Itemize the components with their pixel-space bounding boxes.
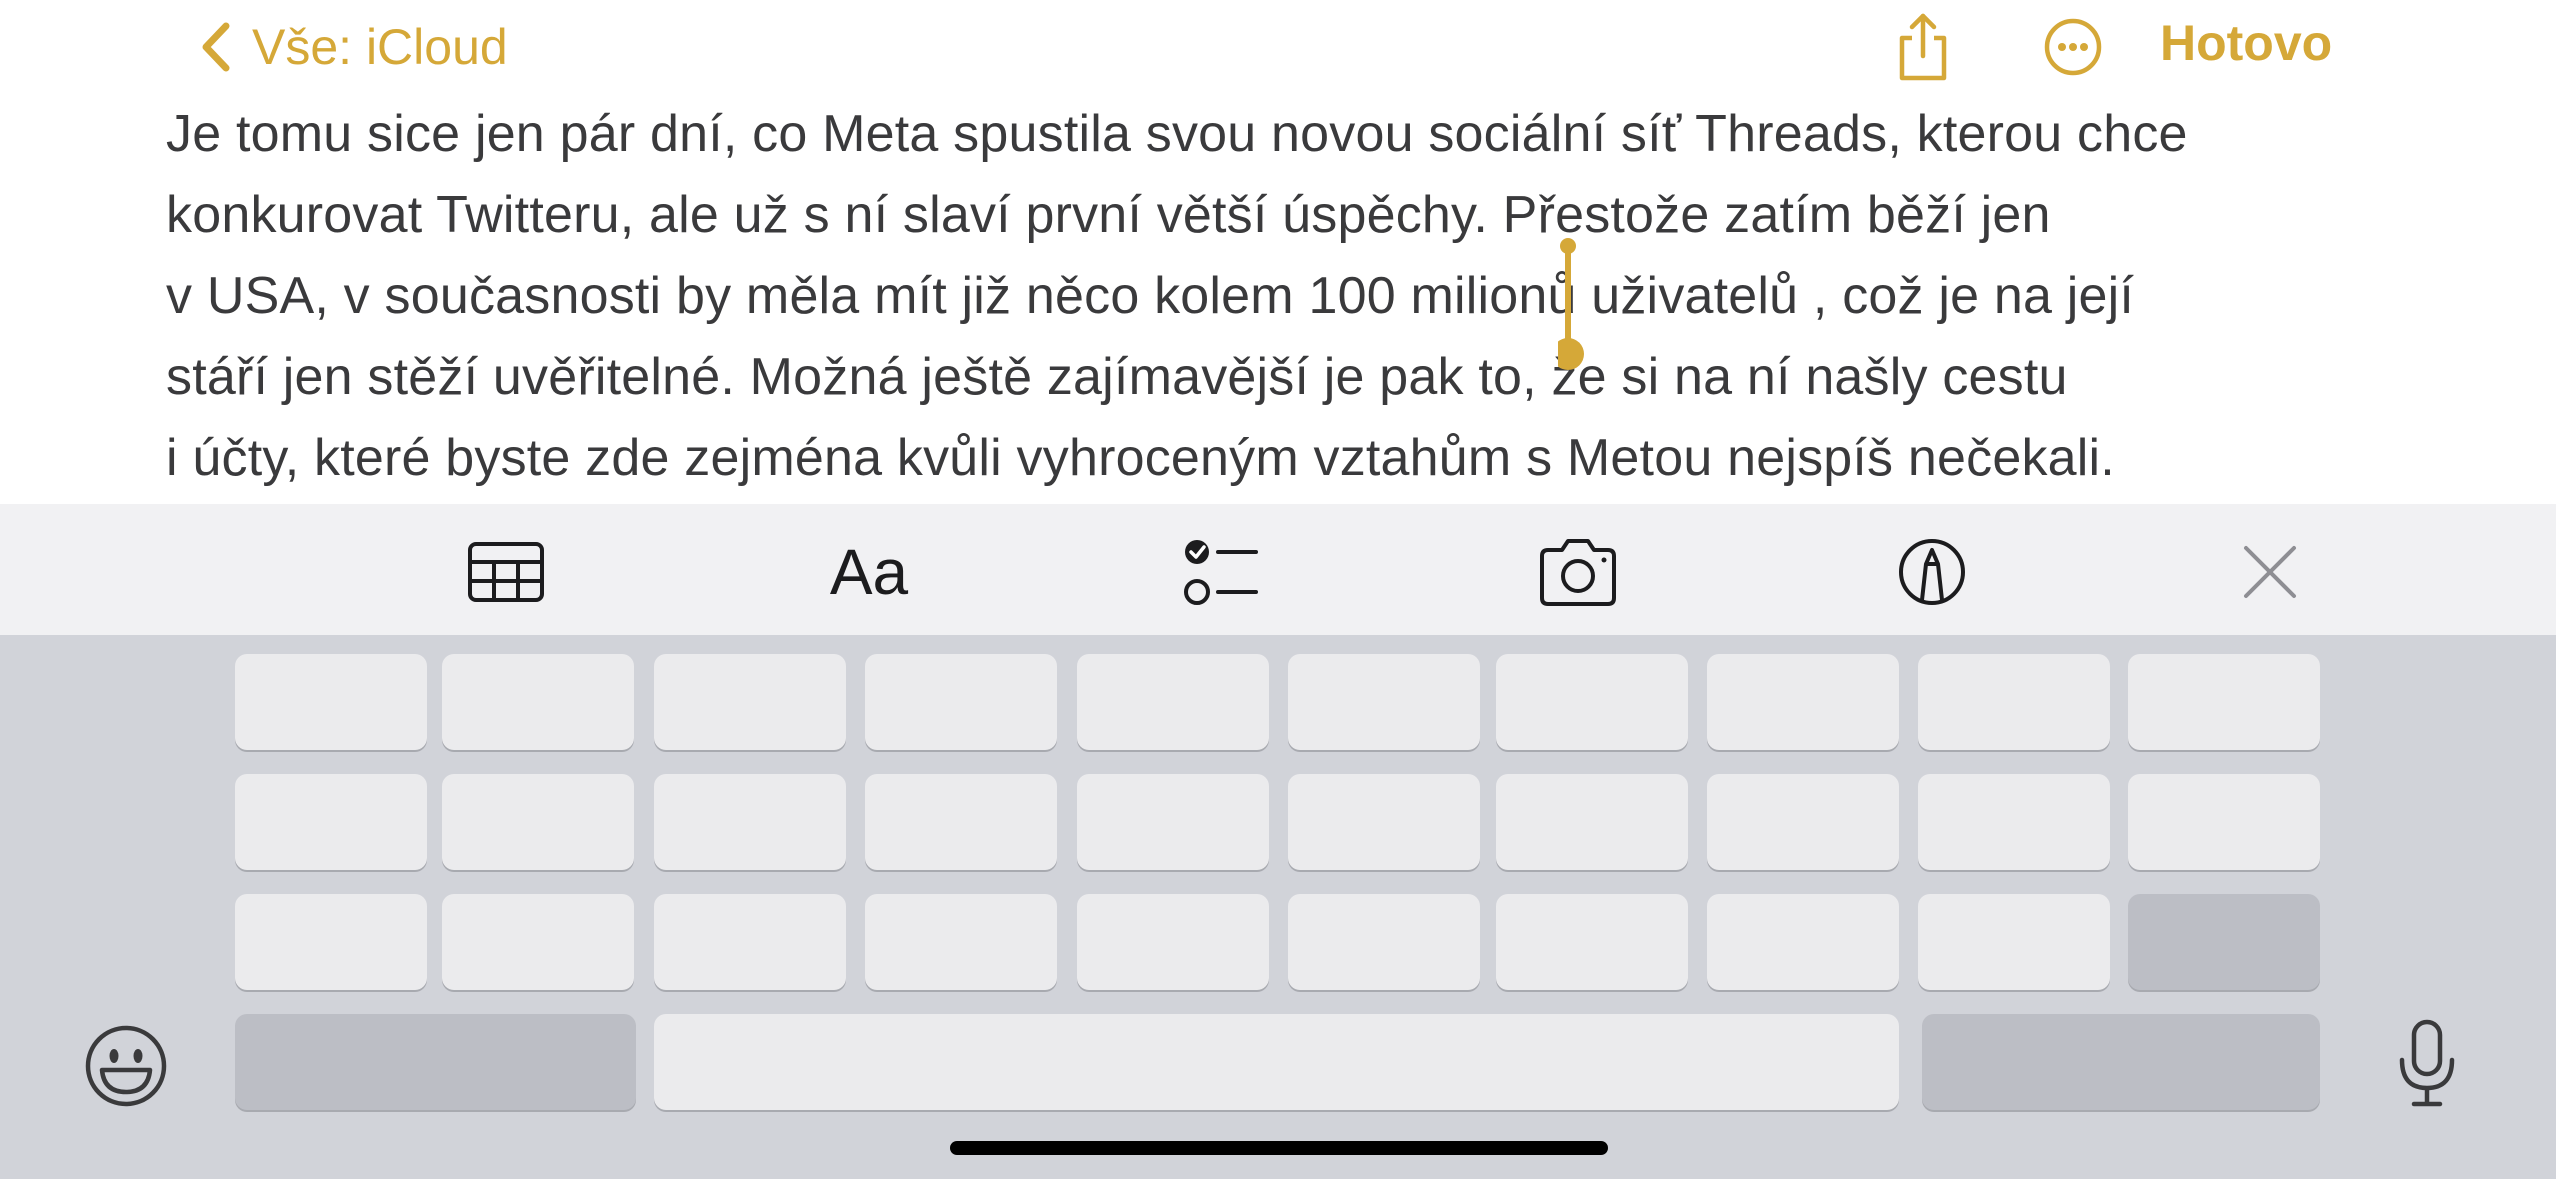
- back-label: Vše: iCloud: [252, 19, 508, 75]
- keyboard-key[interactable]: [1707, 654, 1899, 750]
- keyboard-key[interactable]: [1288, 654, 1480, 750]
- keyboard-key[interactable]: [1707, 774, 1899, 870]
- keyboard-key[interactable]: [1077, 894, 1269, 990]
- keyboard-key[interactable]: [235, 774, 427, 870]
- mode-switch-key[interactable]: [235, 1014, 636, 1110]
- chevron-left-icon: [202, 22, 230, 72]
- note-line: konkurovat Twitteru, ale už s ní slaví p…: [166, 186, 2051, 244]
- emoji-icon[interactable]: [84, 1024, 168, 1108]
- keyboard-key[interactable]: [1918, 774, 2110, 870]
- keyboard-key[interactable]: [235, 654, 427, 750]
- keyboard-key[interactable]: [1077, 654, 1269, 750]
- keyboard-key[interactable]: [1288, 774, 1480, 870]
- keyboard-key[interactable]: [1918, 654, 2110, 750]
- microphone-icon[interactable]: [2392, 1018, 2462, 1110]
- keyboard-key[interactable]: [1918, 894, 2110, 990]
- note-line: Je tomu sice jen pár dní, co Meta spusti…: [166, 105, 2188, 163]
- ellipsis-circle-icon[interactable]: [2040, 10, 2106, 84]
- format-icon[interactable]: Aa: [824, 528, 914, 616]
- keyboard-key[interactable]: [442, 774, 634, 870]
- table-icon[interactable]: [466, 528, 546, 616]
- keyboard-key[interactable]: [1496, 654, 1688, 750]
- done-button[interactable]: Hotovo: [2160, 14, 2332, 72]
- text-cursor-handle[interactable]: [1558, 238, 1638, 378]
- navigation-bar: Vše: iCloud Hotovo: [0, 0, 2556, 95]
- formatting-toolbar: [0, 504, 2556, 635]
- keyboard-key[interactable]: [1077, 774, 1269, 870]
- keyboard-key[interactable]: [865, 774, 1057, 870]
- keyboard-key[interactable]: [2128, 654, 2320, 750]
- keyboard-key[interactable]: [654, 894, 846, 990]
- keyboard-key[interactable]: [442, 654, 634, 750]
- backspace-key[interactable]: [2128, 894, 2320, 990]
- space-key[interactable]: [654, 1014, 1899, 1110]
- keyboard-key[interactable]: [654, 654, 846, 750]
- checklist-icon[interactable]: [1180, 528, 1260, 616]
- back-button[interactable]: Vše: iCloud: [196, 14, 508, 80]
- keyboard-key[interactable]: [442, 894, 634, 990]
- keyboard-key[interactable]: [1496, 774, 1688, 870]
- note-line: stáří jen stěží uvěřitelné. Možná ještě …: [166, 348, 2068, 406]
- keyboard-key[interactable]: [235, 894, 427, 990]
- note-line: v USA, v současnosti by měla mít již něc…: [166, 267, 2135, 325]
- keyboard-key[interactable]: [1496, 894, 1688, 990]
- keyboard-key[interactable]: [1707, 894, 1899, 990]
- close-icon[interactable]: [2240, 528, 2300, 616]
- return-key[interactable]: [1922, 1014, 2320, 1110]
- keyboard-key[interactable]: [865, 894, 1057, 990]
- camera-icon[interactable]: [1536, 528, 1620, 616]
- home-indicator[interactable]: [950, 1141, 1608, 1155]
- keyboard-key[interactable]: [1288, 894, 1480, 990]
- note-line: i účty, které byste zde zejména kvůli vy…: [166, 429, 2115, 487]
- keyboard-key[interactable]: [2128, 774, 2320, 870]
- keyboard-key[interactable]: [865, 654, 1057, 750]
- markup-pen-icon[interactable]: [1896, 528, 1968, 616]
- share-icon[interactable]: [1890, 10, 1956, 84]
- keyboard-key[interactable]: [654, 774, 846, 870]
